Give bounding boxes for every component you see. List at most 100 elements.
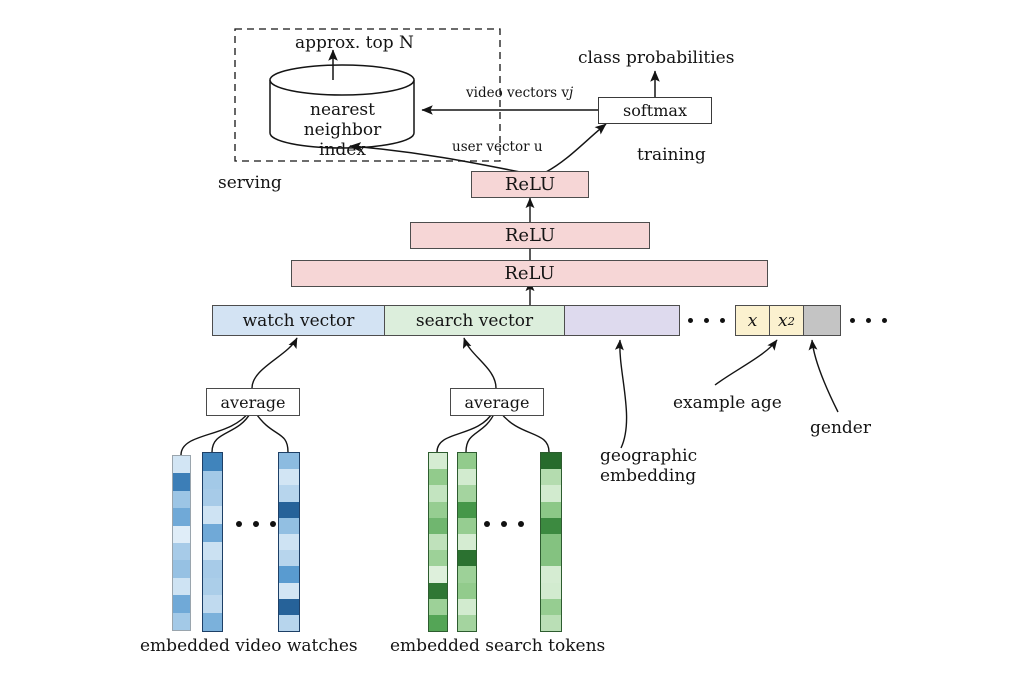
embedding-cell (429, 453, 447, 470)
serving-stage-label: serving (218, 173, 282, 193)
embedding-cell (279, 501, 299, 518)
embedding-cell (173, 490, 190, 509)
embedding-cell (429, 550, 447, 567)
embedding-cell (429, 598, 447, 615)
embedding-cell (541, 598, 561, 615)
embedding-cell (173, 543, 190, 561)
x-squared-exponent: 2 (787, 313, 795, 328)
embedding-cell (429, 582, 447, 599)
embedding-cell (279, 566, 299, 583)
nearest-neighbor-index-label: nearest neighbor index (303, 100, 382, 161)
embedding-cell (173, 612, 190, 631)
video-vectors-label: video vectors vj (466, 85, 574, 101)
gender-label: gender (810, 418, 871, 438)
embedding-cell (279, 469, 299, 486)
embedding-cell (541, 501, 561, 518)
figure-canvas: approx. top N nearest neighbor index cla… (0, 0, 1024, 679)
geographic-embedding-cell[interactable] (565, 306, 679, 335)
embedding-cell (458, 485, 476, 502)
embedding-cell (203, 488, 222, 507)
embedding-cell (173, 577, 190, 596)
embedding-cell (279, 550, 299, 567)
example-age-x-squared-cell[interactable]: x2 (770, 306, 804, 335)
embedding-cell (279, 582, 299, 599)
geographic-embedding-label: geographic embedding (600, 446, 698, 487)
search-embedding-3 (540, 452, 562, 632)
embedding-cell (203, 595, 222, 614)
embedding-cell (279, 614, 299, 632)
user-vector-label: user vector u (452, 139, 543, 155)
watch-embedding-1 (172, 455, 191, 631)
embedding-cell (173, 560, 190, 578)
embedding-cell (458, 453, 476, 470)
example-age-label: example age (673, 393, 782, 413)
embedding-cell (541, 485, 561, 502)
watch-embedding-2 (202, 452, 223, 632)
search-embeddings-ellipsis (484, 521, 524, 527)
embedding-cell (541, 533, 561, 551)
watch-embedding-3 (278, 452, 300, 632)
embedding-cell (541, 469, 561, 486)
embedding-cell (458, 533, 476, 551)
embedding-cell (203, 613, 222, 631)
gender-cell[interactable] (804, 306, 840, 335)
watch-embeddings-caption: embedded video watches (140, 636, 358, 656)
feature-row-ellipsis-end (850, 318, 887, 323)
search-vector-cell[interactable]: search vector (385, 306, 565, 335)
class-probabilities-label: class probabilities (578, 48, 735, 68)
embedding-cell (203, 470, 222, 489)
embedding-cell (173, 595, 190, 613)
watch-vector-cell[interactable]: watch vector (213, 306, 385, 335)
relu-layer-2[interactable]: ReLU (410, 222, 650, 249)
embedding-cell (541, 614, 561, 632)
embedding-cell (429, 485, 447, 502)
embedding-cell (279, 598, 299, 615)
embedding-cell (458, 501, 476, 518)
embedding-cell (458, 614, 476, 632)
embedding-cell (173, 456, 190, 474)
embedding-cell (541, 582, 561, 599)
feature-concat-row: watch vector search vector (212, 305, 680, 336)
search-embedding-2 (457, 452, 477, 632)
embedding-cell (203, 453, 222, 471)
embedding-cell (429, 517, 447, 534)
embedding-cell (429, 566, 447, 583)
embedding-cell (203, 541, 222, 560)
embedding-cell (279, 533, 299, 551)
embedding-cell (203, 524, 222, 542)
embedding-cell (173, 473, 190, 491)
embedding-cell (203, 506, 222, 525)
embedding-cell (458, 566, 476, 583)
softmax-box[interactable]: softmax (598, 97, 712, 124)
embedding-cell (458, 469, 476, 486)
embedding-cell (429, 469, 447, 486)
embedding-cell (279, 485, 299, 502)
search-embedding-1 (428, 452, 448, 632)
embedding-cell (458, 517, 476, 534)
embedding-cell (541, 550, 561, 567)
average-box-search[interactable]: average (450, 388, 544, 416)
example-age-x-cell[interactable]: x (736, 306, 770, 335)
embedding-cell (173, 525, 190, 544)
embedding-cell (541, 453, 561, 470)
embedding-cell (458, 582, 476, 599)
relu-layer-3[interactable]: ReLU (471, 171, 589, 198)
embedding-cell (429, 501, 447, 518)
embedding-cell (203, 559, 222, 578)
scalar-feature-row: x x2 (735, 305, 841, 336)
approx-top-n-label: approx. top N (295, 33, 414, 53)
search-embeddings-caption: embedded search tokens (390, 636, 606, 656)
embedding-cell (458, 598, 476, 615)
embedding-cell (458, 550, 476, 567)
embedding-cell (279, 453, 299, 470)
embedding-cell (279, 517, 299, 534)
embedding-cell (429, 614, 447, 632)
embedding-cell (203, 577, 222, 596)
average-box-watch[interactable]: average (206, 388, 300, 416)
embedding-cell (429, 533, 447, 551)
embedding-cell (173, 508, 190, 526)
relu-layer-1[interactable]: ReLU (291, 260, 768, 287)
watch-embeddings-ellipsis (236, 521, 276, 527)
training-stage-label: training (637, 145, 706, 165)
embedding-cell (541, 517, 561, 534)
